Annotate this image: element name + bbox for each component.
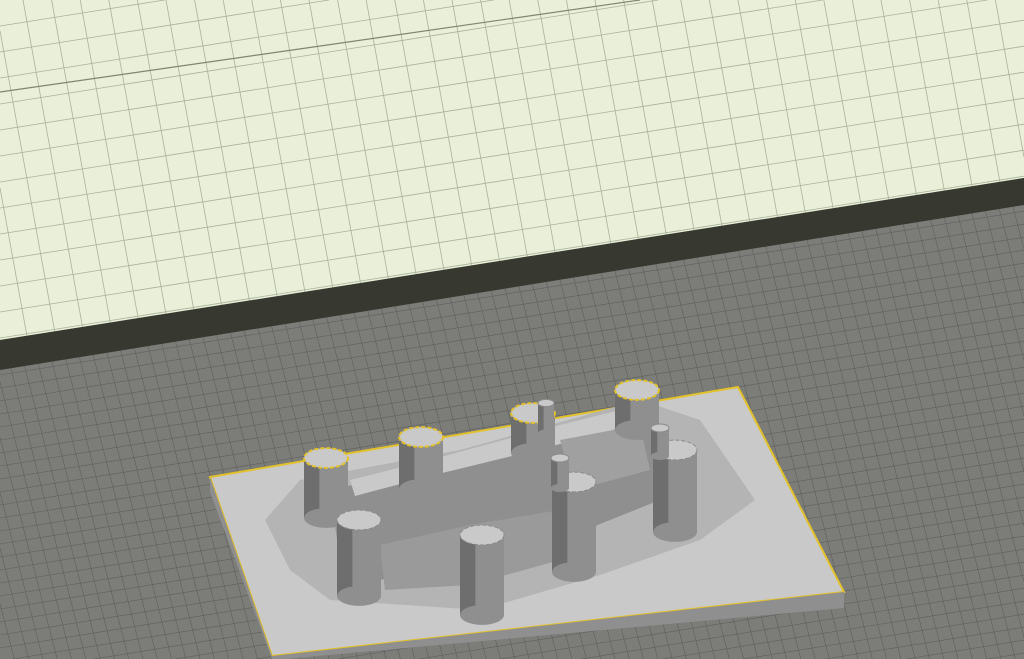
- model-tower: [537, 398, 555, 437]
- tower-base: [653, 522, 697, 542]
- tower-top: [336, 509, 382, 531]
- model-tower: [336, 509, 382, 606]
- tower-shade: [337, 520, 353, 596]
- tower-top: [650, 423, 670, 433]
- tower-shade: [551, 458, 558, 488]
- model-tower: [459, 524, 505, 625]
- tower-base: [651, 451, 669, 461]
- tower-top: [614, 379, 660, 401]
- tower-shade: [653, 450, 669, 532]
- tower-base: [399, 479, 443, 499]
- tower-shade: [552, 482, 568, 572]
- scene-canvas[interactable]: [0, 0, 1024, 659]
- model-tower: [650, 423, 670, 461]
- tower-base: [552, 562, 596, 582]
- tower-top: [550, 453, 570, 463]
- 3d-viewport[interactable]: [0, 0, 1024, 659]
- model-tower: [398, 426, 444, 499]
- tower-top: [459, 524, 505, 546]
- tower-shade: [460, 535, 476, 615]
- tower-base: [538, 429, 554, 437]
- tower-top: [398, 426, 444, 448]
- tower-base: [460, 605, 504, 625]
- tower-base: [511, 443, 555, 463]
- tower-top: [537, 398, 555, 408]
- tower-top: [303, 447, 349, 469]
- tower-shade: [538, 403, 544, 433]
- model-tower: [550, 453, 570, 493]
- tower-base: [551, 483, 569, 493]
- tower-base: [337, 586, 381, 606]
